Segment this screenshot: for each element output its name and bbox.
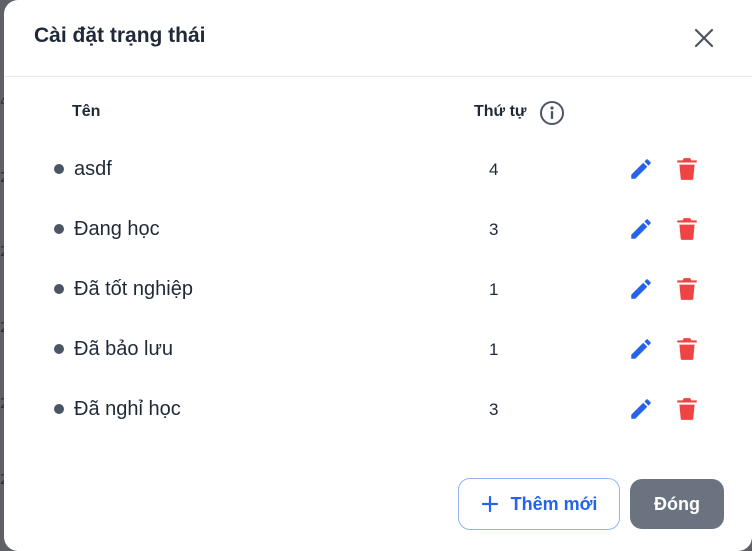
status-name: Đang học [74,218,160,240]
status-order: 1 [489,280,499,299]
trash-icon[interactable] [674,396,700,422]
add-new-label: Thêm mới [510,493,598,514]
status-name: Đã tốt nghiệp [74,278,193,300]
bullet-icon [54,344,64,354]
close-button[interactable] [688,22,720,54]
status-order: 1 [489,340,499,359]
column-header-order: Thứ tự [474,103,527,120]
status-order: 3 [489,400,499,419]
pencil-icon[interactable] [628,156,654,182]
bullet-icon [54,404,64,414]
close-icon [694,28,714,48]
pencil-icon[interactable] [628,276,654,302]
bullet-icon [54,224,64,234]
trash-icon[interactable] [674,276,700,302]
add-new-button[interactable]: Thêm mới [458,478,620,530]
bullet-icon [54,284,64,294]
trash-icon[interactable] [674,156,700,182]
status-name: Đã bảo lưu [74,338,174,360]
list-item: Đã bảo lưu 1 [4,329,752,369]
info-icon[interactable] [539,100,565,126]
pencil-icon[interactable] [628,216,654,242]
close-dialog-button[interactable]: Đóng [630,479,724,529]
list-item: Đang học 3 [4,209,752,249]
trash-icon[interactable] [674,336,700,362]
close-dialog-label: Đóng [654,493,700,514]
list-item: Đã tốt nghiệp 1 [4,269,752,309]
status-order: 4 [489,160,499,179]
bullet-icon [54,164,64,174]
status-settings-dialog: Cài đặt trạng thái Tên Thứ tự asdf 4 Đan… [4,0,752,551]
plus-icon [481,495,498,513]
list-item: Đã nghỉ học 3 [4,389,752,429]
status-name: Đã nghỉ học [74,398,181,420]
trash-icon[interactable] [674,216,700,242]
status-order: 3 [489,220,499,239]
column-header-name: Tên [72,103,101,120]
dialog-title: Cài đặt trạng thái [34,24,206,47]
status-name: asdf [74,158,112,180]
pencil-icon[interactable] [628,336,654,362]
list-item: asdf 4 [4,149,752,189]
dialog-header: Cài đặt trạng thái [4,0,752,77]
pencil-icon[interactable] [628,396,654,422]
